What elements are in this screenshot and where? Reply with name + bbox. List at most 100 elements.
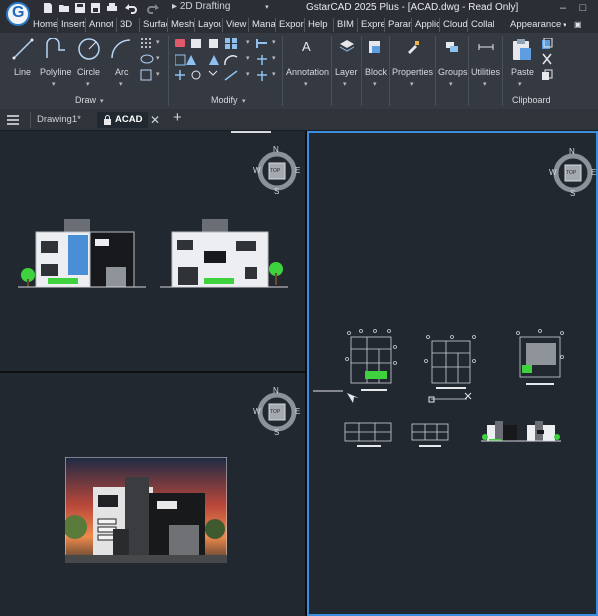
app-logo[interactable]: G <box>6 2 30 26</box>
tab-bim[interactable]: BIM <box>333 18 357 32</box>
properties-panel-label[interactable]: Properties <box>392 67 433 77</box>
chevron-down-icon[interactable]: ▾ <box>52 80 56 88</box>
chevron-down-icon[interactable]: ▾ <box>156 70 160 78</box>
chevron-down-icon[interactable]: ▾ <box>246 38 250 46</box>
tab-collaborate[interactable]: Collab <box>467 18 494 32</box>
ribbon-tabs: Home Insert Annot 3D Surfac Mesh Layou V… <box>0 17 598 33</box>
tab-drawing1[interactable]: Drawing1* <box>30 112 87 128</box>
draw-panel-label[interactable]: Draw <box>75 95 96 105</box>
new-file-icon[interactable] <box>42 2 54 14</box>
viewcube-compass[interactable]: N S W E TOP <box>549 147 596 198</box>
chevron-down-icon[interactable]: ▾ <box>272 54 276 62</box>
groups-panel-label[interactable]: Groups <box>438 67 468 77</box>
tab-express[interactable]: Expre <box>357 18 384 32</box>
tab-insert[interactable]: Insert <box>57 18 85 32</box>
line-tool-label[interactable]: Line <box>14 67 31 77</box>
maximize-button[interactable]: □ <box>576 1 590 15</box>
circle-icon[interactable] <box>77 37 101 61</box>
group-icon[interactable] <box>444 39 460 55</box>
tab-3d[interactable]: 3D <box>116 18 136 32</box>
viewport-divider[interactable] <box>0 371 307 373</box>
annotation-panel-label[interactable]: Annotation <box>286 67 329 77</box>
tab-layout[interactable]: Layou <box>194 18 221 32</box>
copy-icon[interactable] <box>541 69 553 81</box>
chevron-down-icon[interactable]: ▾ <box>518 80 522 88</box>
chevron-down-icon[interactable]: ▾ <box>246 70 250 78</box>
chevron-down-icon[interactable]: ▾ <box>156 54 160 62</box>
tab-manage[interactable]: Mana <box>248 18 275 32</box>
chevron-down-icon[interactable]: ▾ <box>246 54 250 62</box>
close-tab-icon[interactable]: ✕ <box>150 112 160 128</box>
copy-clip-icon[interactable] <box>541 38 553 50</box>
layer-icon[interactable] <box>339 39 355 55</box>
workspace-selector[interactable]: ▸ 2D Drafting ▾ <box>172 1 269 12</box>
modify-panel-label[interactable]: Modify <box>211 95 238 105</box>
tab-export[interactable]: Expor <box>275 18 304 32</box>
tab-parametric[interactable]: Param <box>384 18 411 32</box>
new-tab-plus-icon[interactable]: + <box>173 110 182 126</box>
ellipse-icon[interactable] <box>140 53 154 65</box>
chevron-down-icon[interactable]: ▾ <box>272 38 276 46</box>
clipboard-panel-label[interactable]: Clipboard <box>512 95 551 105</box>
tab-mesh[interactable]: Mesh <box>167 18 195 32</box>
layer-panel-label[interactable]: Layer <box>335 67 358 77</box>
tab-acad[interactable]: ACAD <box>97 112 149 128</box>
viewcube-compass[interactable]: N S W E TOP <box>253 145 301 196</box>
viewport-render[interactable]: N S W E TOP <box>0 373 305 616</box>
properties-brush-icon[interactable] <box>405 39 421 55</box>
tab-annotate[interactable]: Annot <box>85 18 113 32</box>
polyline-tool-label[interactable]: Polyline <box>40 67 72 77</box>
chevron-down-icon[interactable]: ▾ <box>86 80 90 88</box>
tab-help[interactable]: Help <box>304 18 332 32</box>
chevron-down-icon[interactable]: ▾ <box>449 80 453 88</box>
text-annotation-icon[interactable]: A <box>302 39 311 54</box>
block-panel-label[interactable]: Block <box>365 67 387 77</box>
hamburger-menu-icon[interactable] <box>6 114 20 126</box>
mini-elevation-1 <box>481 421 523 442</box>
undo-icon[interactable] <box>123 2 139 14</box>
panel-divider <box>468 36 469 106</box>
section-drawing-2 <box>411 423 449 447</box>
ribbon-expand-icon[interactable]: ▣ <box>574 18 594 32</box>
rectangle-icon[interactable] <box>140 69 152 81</box>
chevron-down-icon[interactable]: ▾ <box>100 97 104 105</box>
chevron-down-icon[interactable]: ▾ <box>373 80 377 88</box>
line-icon[interactable] <box>12 38 34 60</box>
chevron-down-icon[interactable]: ▾ <box>119 80 123 88</box>
viewport-elevations[interactable]: N S W E TOP <box>0 131 305 371</box>
chevron-down-icon[interactable]: ▾ <box>483 80 487 88</box>
paste-icon[interactable] <box>511 38 533 62</box>
cut-icon[interactable] <box>541 53 553 65</box>
chevron-down-icon[interactable]: ▾ <box>272 70 276 78</box>
arc-icon[interactable] <box>110 38 132 60</box>
arc-tool-label[interactable]: Arc <box>115 67 129 77</box>
tab-applications[interactable]: Applic <box>411 18 439 32</box>
chevron-down-icon[interactable]: ▾ <box>343 80 347 88</box>
viewport-divider[interactable] <box>305 131 307 616</box>
chevron-down-icon[interactable]: ▾ <box>242 97 246 105</box>
minimize-button[interactable]: – <box>556 1 570 15</box>
save-as-icon[interactable] <box>90 2 102 14</box>
tab-home[interactable]: Home <box>33 18 57 32</box>
print-icon[interactable] <box>106 2 118 14</box>
tab-surface[interactable]: Surfac <box>139 18 167 32</box>
modify-tools-icons[interactable] <box>175 37 285 85</box>
appearance-menu[interactable]: Appearance ▾ <box>510 18 566 32</box>
open-folder-icon[interactable] <box>58 2 70 14</box>
save-icon[interactable] <box>74 2 86 14</box>
chevron-down-icon[interactable]: ▾ <box>410 80 414 88</box>
polyline-icon[interactable] <box>45 38 67 60</box>
point-grid-icon[interactable] <box>140 37 152 49</box>
chevron-down-icon[interactable]: ▾ <box>304 80 308 88</box>
viewcube-compass[interactable]: N S W E TOP <box>253 386 301 437</box>
redo-icon[interactable] <box>145 2 161 14</box>
circle-tool-label[interactable]: Circle <box>77 67 100 77</box>
measure-icon[interactable] <box>478 39 494 55</box>
tab-view[interactable]: View <box>222 18 249 32</box>
utilities-panel-label[interactable]: Utilities <box>471 67 500 77</box>
paste-label[interactable]: Paste <box>511 67 534 77</box>
tab-cloud[interactable]: Cloud <box>439 18 467 32</box>
block-icon[interactable] <box>367 39 383 55</box>
viewport-plans[interactable]: N S W E TOP <box>307 131 598 616</box>
chevron-down-icon[interactable]: ▾ <box>156 38 160 46</box>
